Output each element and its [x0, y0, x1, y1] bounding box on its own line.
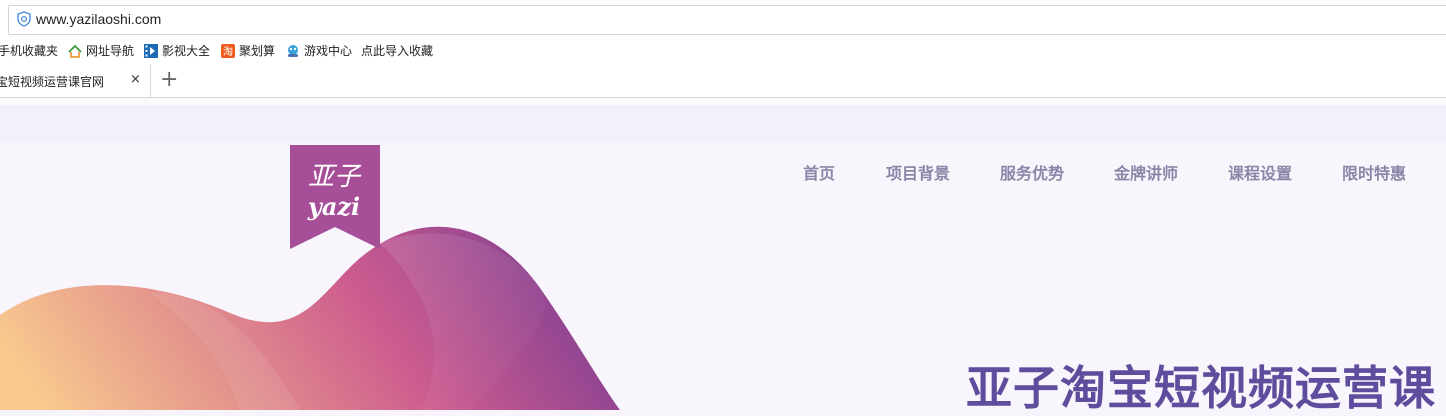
tab-title: 宝短视频运营课官网: [0, 75, 105, 89]
nav-advantages[interactable]: 服务优势: [1000, 163, 1064, 185]
tab-bar: 宝短视频运营课官网 × +: [0, 64, 1446, 98]
new-tab-button[interactable]: +: [160, 68, 178, 92]
fav-games[interactable]: 游戏中心: [285, 42, 352, 60]
logo-line2: yazi: [307, 192, 360, 221]
fav-mobile[interactable]: 手机收藏夹: [0, 42, 58, 60]
svg-text:淘: 淘: [223, 45, 233, 58]
nav-background[interactable]: 项目背景: [886, 163, 950, 185]
fav-navigation[interactable]: 网址导航: [67, 42, 134, 60]
tab-active[interactable]: 宝短视频运营课官网 ×: [0, 64, 151, 97]
fav-juhuasuan[interactable]: 淘 聚划算: [220, 42, 275, 60]
nav-offer[interactable]: 限时特惠: [1342, 163, 1406, 185]
hero-title: 亚子淘宝短视频运营课: [966, 361, 1436, 415]
nav-house-icon: [68, 44, 82, 58]
tab-close-icon[interactable]: ×: [130, 72, 141, 88]
fav-label: 游戏中心: [304, 44, 353, 58]
fav-video[interactable]: 影视大全: [143, 42, 210, 60]
nav-teachers[interactable]: 金牌讲师: [1114, 163, 1178, 185]
page-gap: [0, 98, 1446, 105]
url-text[interactable]: www.yazilaoshi.com: [36, 11, 161, 27]
fav-label: 点此导入收藏: [361, 44, 434, 58]
favorites-bar: 手机收藏夹 网址导航 影视大全 淘 聚划算 游戏中心 点此导入收藏: [0, 38, 1446, 64]
film-icon: [144, 44, 158, 58]
fav-import[interactable]: 点此导入收藏: [361, 42, 433, 60]
nav-courses[interactable]: 课程设置: [1228, 163, 1292, 185]
juhuasuan-icon: 淘: [221, 44, 235, 58]
game-icon: [288, 45, 298, 57]
yazi-logo[interactable]: 亚子 yazi: [290, 145, 380, 249]
url-field[interactable]: [8, 5, 1446, 35]
address-bar: www.yazilaoshi.com: [0, 0, 1446, 38]
fav-label: 影视大全: [162, 44, 211, 58]
top-strip: [0, 105, 1446, 143]
security-shield-icon[interactable]: [17, 11, 31, 27]
nav-home[interactable]: 首页: [803, 163, 835, 185]
fav-label: 聚划算: [239, 44, 276, 58]
fav-label: 手机收藏夹: [0, 44, 59, 58]
fav-label: 网址导航: [86, 44, 135, 58]
logo-line1: 亚子: [308, 162, 362, 192]
